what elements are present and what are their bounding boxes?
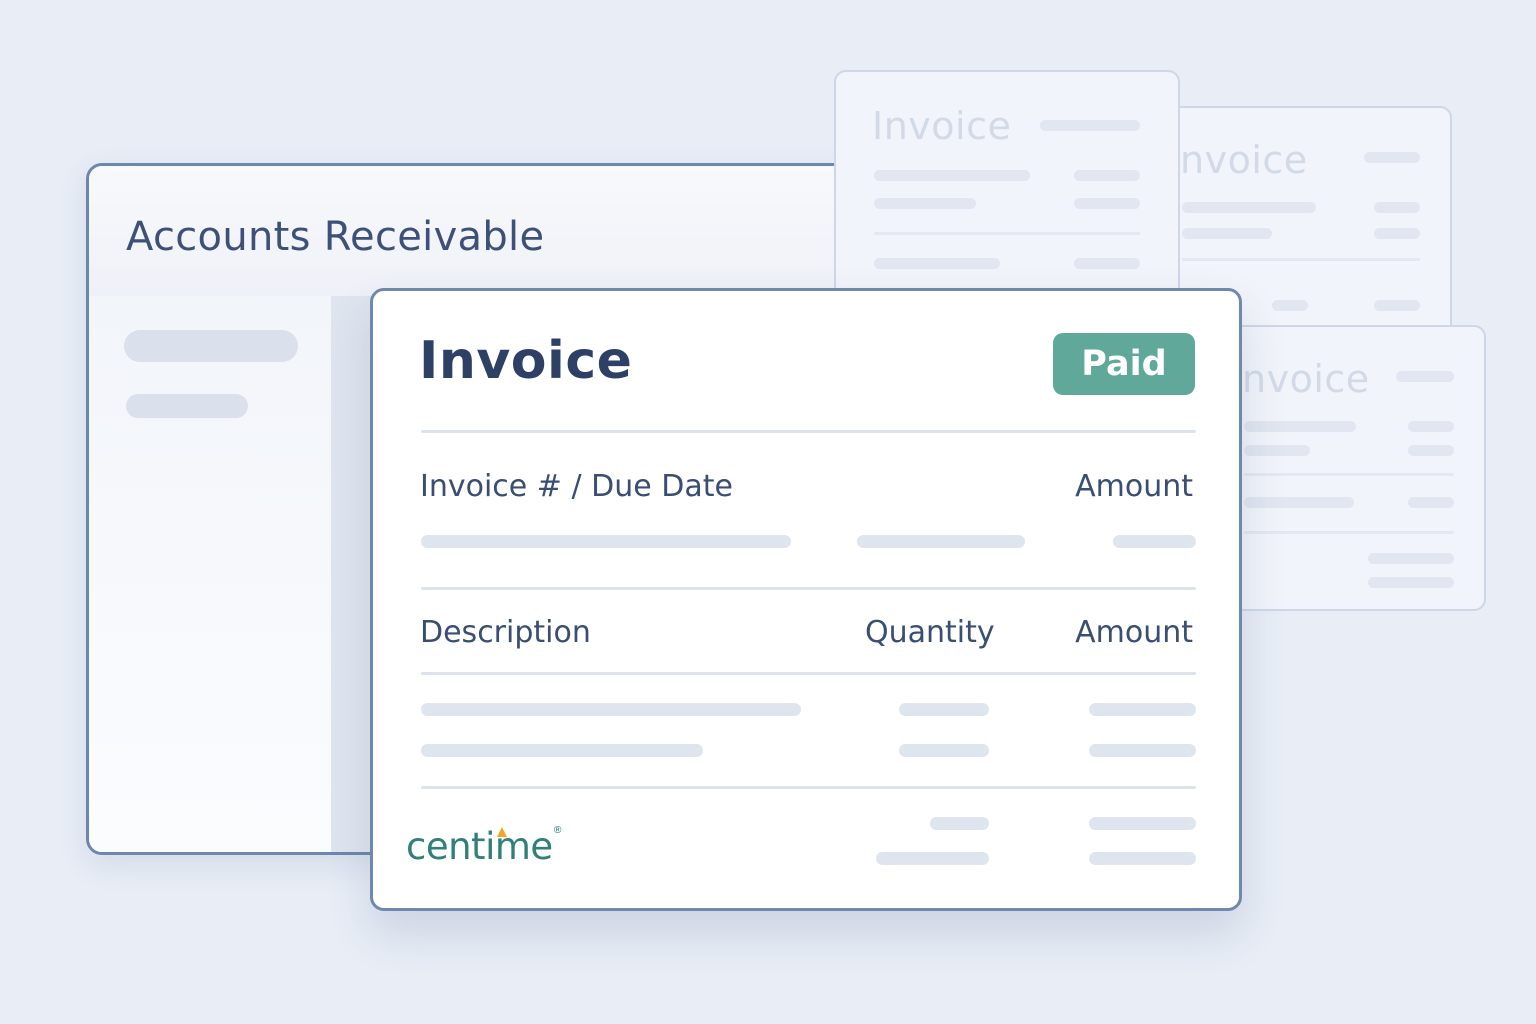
amount-label: Amount <box>1075 469 1193 504</box>
placeholder-bar <box>874 170 1030 181</box>
logo-text: centime <box>406 825 553 868</box>
divider <box>1244 473 1454 476</box>
placeholder-bar <box>874 198 976 209</box>
total-placeholder <box>930 817 989 830</box>
placeholder-bar <box>874 258 1000 269</box>
line-item-placeholder <box>421 744 703 757</box>
divider <box>1182 258 1420 261</box>
line-item-placeholder <box>421 703 801 716</box>
placeholder-bar <box>857 535 1025 548</box>
divider <box>421 587 1196 590</box>
placeholder-bar <box>1272 300 1308 311</box>
background-invoice-card: Invoice <box>834 70 1180 300</box>
placeholder-bar <box>1040 120 1140 131</box>
placeholder-bar <box>1374 202 1420 213</box>
total-placeholder <box>1089 852 1196 865</box>
line-item-placeholder <box>1089 703 1196 716</box>
divider <box>1244 531 1454 534</box>
page-title: Accounts Receivable <box>126 214 545 260</box>
placeholder-bar <box>1244 445 1310 456</box>
divider <box>421 786 1196 789</box>
registered-mark: ® <box>552 825 563 836</box>
line-item-placeholder <box>899 744 989 757</box>
placeholder-bar <box>1374 228 1420 239</box>
placeholder-bar <box>1244 497 1354 508</box>
quantity-column-header: Quantity <box>865 615 995 650</box>
placeholder-bar <box>1182 202 1316 213</box>
invoice-card: Invoice Paid Invoice # / Due Date Amount… <box>370 288 1242 911</box>
placeholder-bar <box>1364 152 1420 163</box>
placeholder-bar <box>1113 535 1196 548</box>
divider <box>874 232 1140 235</box>
divider <box>421 672 1196 675</box>
placeholder-bar <box>1374 300 1420 311</box>
sidebar <box>89 296 331 852</box>
placeholder-bar <box>1182 228 1272 239</box>
placeholder-bar <box>1368 577 1454 588</box>
placeholder-bar <box>1408 497 1454 508</box>
background-invoice-title: nvoice <box>1242 357 1370 401</box>
background-invoice-title: nvoice <box>1180 138 1308 182</box>
line-item-placeholder <box>1089 744 1196 757</box>
placeholder-bar <box>421 535 791 548</box>
placeholder-bar <box>1074 170 1140 181</box>
invoice-number-due-date-label: Invoice # / Due Date <box>420 469 733 504</box>
placeholder-bar <box>1408 421 1454 432</box>
description-column-header: Description <box>420 615 591 650</box>
placeholder-bar <box>1396 371 1454 382</box>
background-invoice-title: Invoice <box>872 104 1012 148</box>
invoice-title: Invoice <box>419 331 633 391</box>
sidebar-item-placeholder[interactable] <box>126 394 248 418</box>
status-badge: Paid <box>1053 333 1195 395</box>
divider <box>421 430 1196 433</box>
placeholder-bar <box>1244 421 1356 432</box>
placeholder-bar <box>1074 258 1140 269</box>
placeholder-bar <box>1408 445 1454 456</box>
total-placeholder <box>876 852 989 865</box>
total-placeholder <box>1089 817 1196 830</box>
centime-logo: centime® <box>406 825 563 868</box>
sidebar-item-placeholder[interactable] <box>124 330 298 362</box>
placeholder-bar <box>1074 198 1140 209</box>
line-item-placeholder <box>899 703 989 716</box>
background-invoice-card: nvoice <box>1208 325 1486 611</box>
amount-column-header: Amount <box>1075 615 1193 650</box>
placeholder-bar <box>1368 553 1454 564</box>
